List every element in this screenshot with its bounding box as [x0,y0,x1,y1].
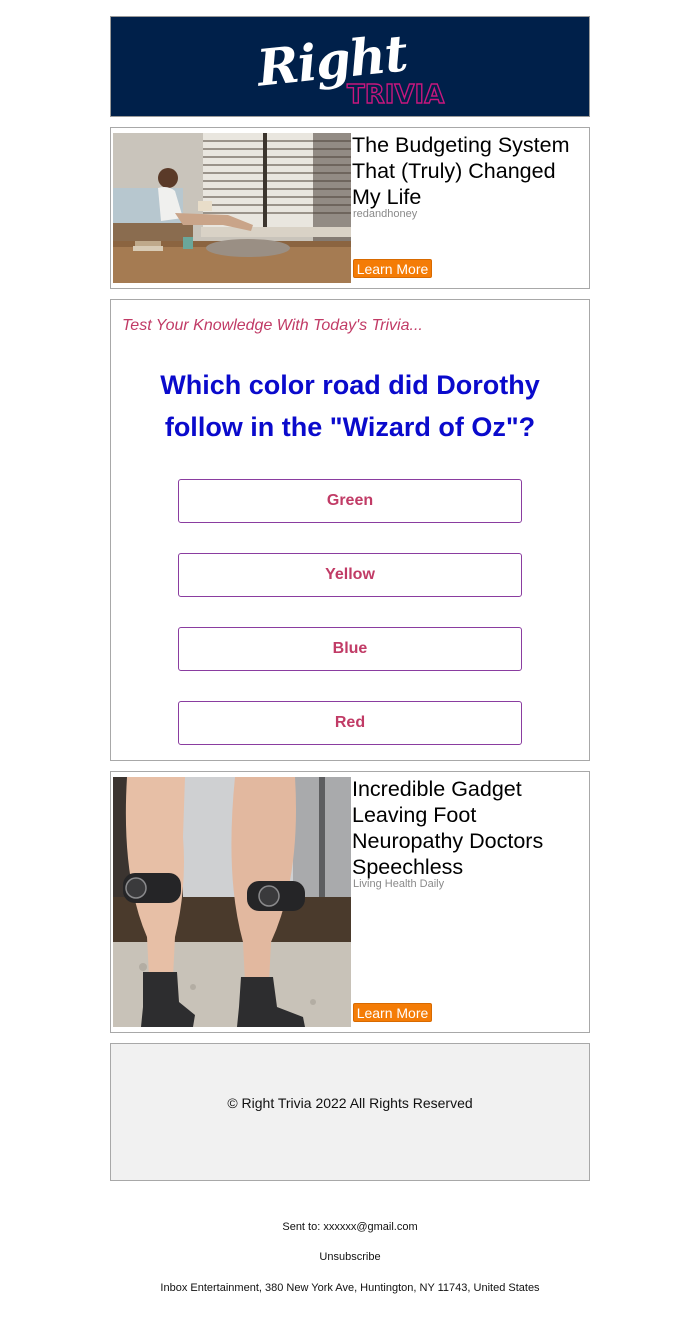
answer-option-yellow[interactable]: Yellow [178,553,522,597]
ad-source: Living Health Daily [353,878,445,890]
header-banner: Right TRIVIA [110,16,590,117]
logo-word-trivia: TRIVIA [346,79,445,110]
sender-address: Inbox Entertainment, 380 New York Ave, H… [160,1282,540,1294]
ad-headline[interactable]: Incredible Gadget Leaving Foot Neuropath… [352,776,582,880]
sponsored-ad-card[interactable]: Incredible Gadget Leaving Foot Neuropath… [110,771,590,1033]
ad-image-legs-gadget[interactable] [113,777,351,1027]
ad-source: redandhoney [353,208,418,220]
footer-box: © Right Trivia 2022 All Rights Reserved [110,1043,590,1181]
ad-headline[interactable]: The Budgeting System That (Truly) Change… [352,132,582,210]
trivia-question: Which color road did Dorothy follow in t… [160,370,540,442]
answer-option-blue[interactable]: Blue [178,627,522,671]
trivia-section: Test Your Knowledge With Today's Trivia.… [110,299,590,761]
copyright-text: © Right Trivia 2022 All Rights Reserved [227,1095,473,1111]
trivia-intro: Test Your Knowledge With Today's Trivia.… [122,317,423,334]
learn-more-button[interactable]: Learn More [353,259,432,278]
answer-option-red[interactable]: Red [178,701,522,745]
answer-option-green[interactable]: Green [178,479,522,523]
ad-image-woman-reading[interactable] [113,133,351,283]
learn-more-button[interactable]: Learn More [353,1003,432,1022]
sent-to-text: Sent to: xxxxxx@gmail.com [282,1221,418,1233]
unsubscribe-link[interactable]: Unsubscribe [0,1251,700,1263]
sponsored-ad-card[interactable]: The Budgeting System That (Truly) Change… [110,127,590,289]
